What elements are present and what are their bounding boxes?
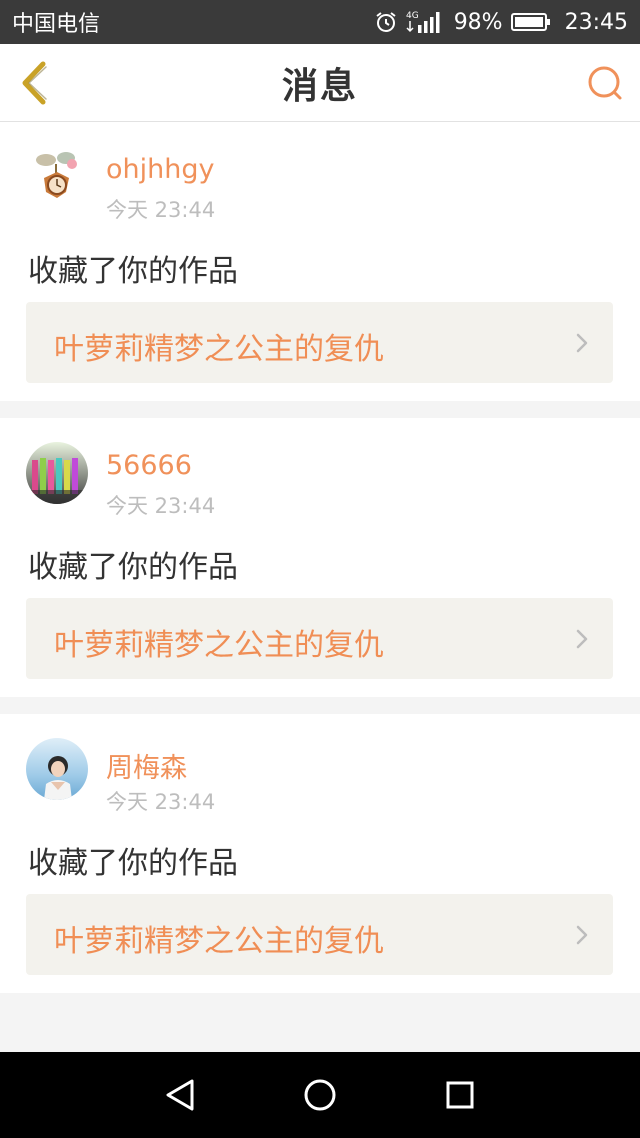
username[interactable]: ohjhhgy (106, 154, 214, 185)
chevron-left-icon (22, 61, 47, 105)
work-link[interactable]: 叶萝莉精梦之公主的复仇 (26, 894, 613, 975)
back-button[interactable] (14, 58, 54, 108)
network-type-label: 4G (406, 11, 419, 21)
message-item: ohjhhgy 今天 23:44 收藏了你的作品 叶萝莉精梦之公主的复仇 (0, 122, 640, 401)
signal-icon: 4G (406, 9, 442, 35)
recents-square-icon (446, 1081, 474, 1109)
chevron-right-icon (576, 629, 588, 649)
timestamp: 今天 23:44 (106, 494, 216, 518)
carrier-name: 中国电信 (12, 12, 101, 37)
clock: 23:45 (564, 9, 628, 35)
system-recents-button[interactable] (440, 1075, 480, 1115)
message-item: 56666 今天 23:44 收藏了你的作品 叶萝莉精梦之公主的复仇 (0, 418, 640, 697)
search-icon (588, 66, 622, 100)
action-text: 收藏了你的作品 (28, 254, 238, 289)
system-nav-bar (0, 1052, 640, 1138)
battery-percent: 98% (453, 9, 503, 35)
page-title: 消息 (281, 65, 358, 107)
system-home-button[interactable] (300, 1075, 340, 1115)
message-list: ohjhhgy 今天 23:44 收藏了你的作品 叶萝莉精梦之公主的复仇 566… (0, 122, 640, 1010)
work-link[interactable]: 叶萝莉精梦之公主的复仇 (26, 302, 613, 383)
nav-bar: 消息 (0, 44, 640, 122)
avatar[interactable] (26, 146, 88, 208)
message-item: 周梅森 今天 23:44 收藏了你的作品 叶萝莉精梦之公主的复仇 (0, 714, 640, 993)
system-back-button[interactable] (160, 1075, 200, 1115)
status-icons: 4G 98% 23:45 (374, 9, 628, 35)
avatar[interactable] (26, 442, 88, 504)
work-title: 叶萝莉精梦之公主的复仇 (54, 924, 384, 959)
back-triangle-icon (166, 1079, 194, 1111)
work-title: 叶萝莉精梦之公主的复仇 (54, 332, 384, 367)
username[interactable]: 56666 (106, 450, 192, 481)
chevron-right-icon (576, 333, 588, 353)
avatar[interactable] (26, 738, 88, 800)
chevron-right-icon (576, 925, 588, 945)
action-text: 收藏了你的作品 (28, 846, 238, 881)
status-bar: 中国电信 4G 98% 23:45 (0, 0, 640, 44)
search-button[interactable] (584, 62, 626, 104)
battery-icon (510, 12, 551, 32)
alarm-icon (374, 10, 398, 34)
username[interactable]: 周梅森 (106, 746, 187, 785)
timestamp: 今天 23:44 (106, 790, 216, 814)
timestamp: 今天 23:44 (106, 198, 216, 222)
work-link[interactable]: 叶萝莉精梦之公主的复仇 (26, 598, 613, 679)
work-title: 叶萝莉精梦之公主的复仇 (54, 628, 384, 663)
home-circle-icon (304, 1079, 336, 1111)
action-text: 收藏了你的作品 (28, 550, 238, 585)
